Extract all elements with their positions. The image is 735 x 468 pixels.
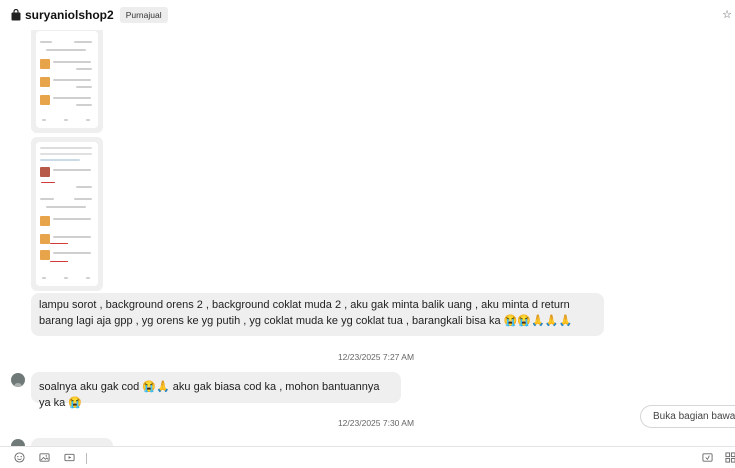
screenshot-image — [36, 31, 98, 128]
screenshot-image — [36, 142, 98, 286]
video-icon[interactable] — [64, 452, 75, 463]
image-message-1[interactable] — [31, 30, 103, 133]
shop-bag-icon — [11, 9, 21, 21]
chat-header: suryaniolshop2 Purnajual ☆ — [0, 0, 735, 30]
message-timestamp: 12/23/2025 7:30 AM — [337, 418, 415, 428]
message-timestamp: 12/23/2025 7:27 AM — [337, 352, 415, 362]
toolbar-divider — [86, 453, 87, 464]
message-text: lampu sorot , background orens 2 , backg… — [39, 299, 573, 327]
menu-grid-icon[interactable] — [725, 452, 735, 463]
chat-thread[interactable]: lampu sorot , background orens 2 , backg… — [0, 30, 735, 446]
emoji-icon[interactable] — [14, 452, 25, 463]
scroll-to-bottom-button[interactable]: Buka bagian bawah — [640, 405, 735, 428]
shop-name[interactable]: suryaniolshop2 — [25, 8, 114, 22]
message-bubble: soalnya aku gak cod 😭🙏 aku gak biasa cod… — [31, 372, 401, 409]
image-icon[interactable] — [39, 452, 50, 463]
star-icon[interactable]: ☆ — [722, 8, 732, 21]
image-message-2[interactable] — [31, 137, 103, 291]
avatar — [11, 373, 25, 387]
message-text: soalnya aku gak cod 😭🙏 aku gak biasa cod… — [39, 381, 380, 409]
composer-toolbar — [0, 446, 735, 468]
avatar — [11, 439, 25, 446]
message-bubble — [31, 438, 113, 446]
status-badge: Purnajual — [119, 7, 168, 23]
message-bubble: lampu sorot , background orens 2 , backg… — [31, 293, 604, 336]
send-product-icon[interactable] — [702, 452, 713, 463]
